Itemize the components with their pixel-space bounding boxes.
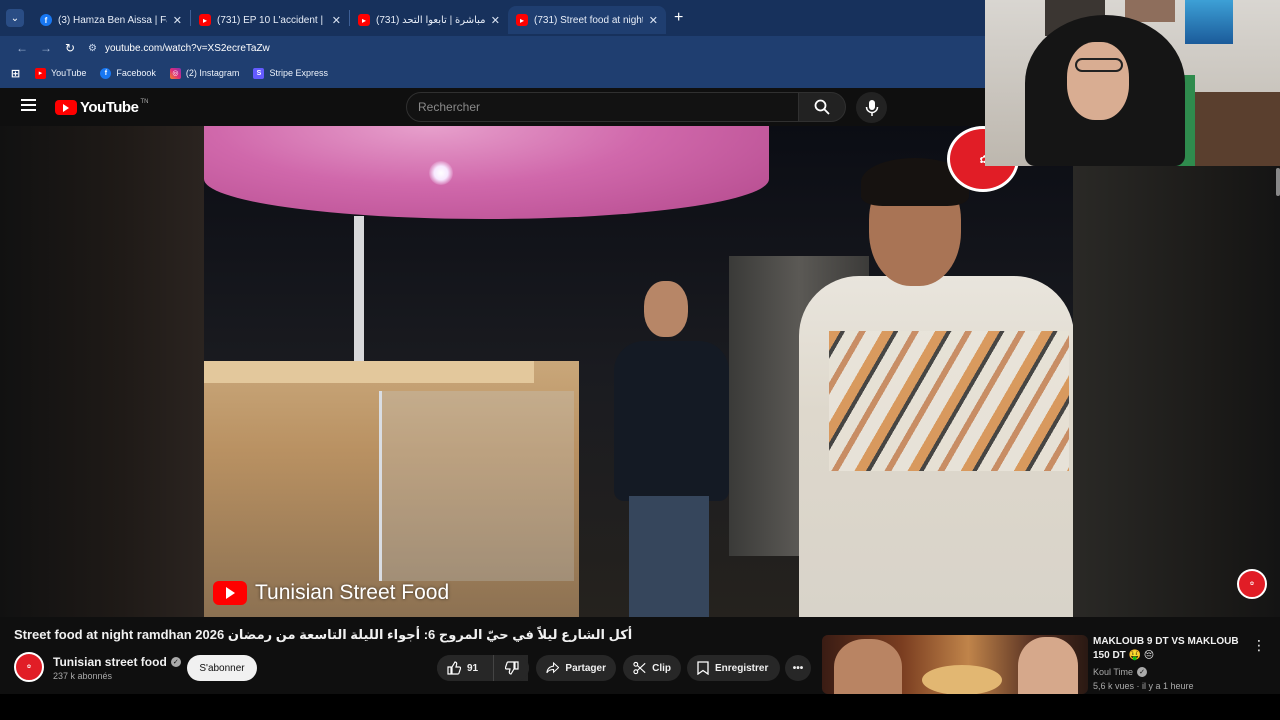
bookmark-facebook[interactable]: f Facebook xyxy=(100,67,156,79)
customer-person xyxy=(799,158,1073,617)
webcam-overlay xyxy=(985,0,1280,166)
menu-icon[interactable] xyxy=(21,99,36,111)
more-actions-button[interactable]: ••• xyxy=(785,655,811,681)
microphone-icon xyxy=(865,99,878,116)
umbrella xyxy=(204,126,769,219)
verified-icon: ✓ xyxy=(1137,667,1148,677)
verified-icon: ✓ xyxy=(170,657,181,667)
channel-name-link[interactable]: Tunisian street food ✓ xyxy=(53,655,181,669)
address-bar: ← → ↻ ⚙ youtube.com/watch?v=XS2ecreTaZw xyxy=(0,36,985,60)
more-horizontal-icon: ••• xyxy=(792,662,804,674)
search-button[interactable] xyxy=(798,92,846,122)
tab-facebook[interactable]: f (3) Hamza Ben Aissa | Facebook ✕ xyxy=(32,6,190,34)
new-tab-button[interactable]: + xyxy=(674,9,683,27)
bookmark-stripe[interactable]: S Stripe Express xyxy=(253,67,328,79)
share-icon xyxy=(546,661,560,674)
search-box xyxy=(406,92,799,122)
vendor-person xyxy=(614,281,729,617)
taskbar-strip xyxy=(0,694,1280,720)
reload-icon[interactable]: ↻ xyxy=(58,41,82,55)
bookmark-instagram[interactable]: ◎ (2) Instagram xyxy=(169,67,239,79)
tab-youtube-accident[interactable]: ▸ (731) EP 10 L'accident | كسيدون ✕ xyxy=(191,6,349,34)
facebook-icon: f xyxy=(40,14,52,26)
youtube-icon: ▸ xyxy=(35,67,46,79)
back-icon[interactable]: ← xyxy=(10,41,34,55)
save-button[interactable]: Enregistrer xyxy=(687,655,780,681)
youtube-icon: ▸ xyxy=(516,14,528,26)
video-player[interactable]: Tunisian Street Food ✿ ✿ xyxy=(0,126,1280,617)
bookmark-youtube[interactable]: ▸ YouTube xyxy=(35,67,86,79)
thumbs-up-icon xyxy=(447,661,461,675)
youtube-play-icon xyxy=(213,581,247,605)
recommended-video-title[interactable]: MAKLOUB 9 DT VS MAKLOUB 150 DT 🤑 😔 xyxy=(1093,635,1243,663)
apps-button[interactable]: ⊞ xyxy=(10,67,21,80)
search-input[interactable] xyxy=(418,100,798,114)
youtube-header: YouTube TN xyxy=(0,88,985,126)
stripe-icon: S xyxy=(253,67,265,79)
close-icon[interactable]: ✕ xyxy=(491,14,500,27)
recommended-video-thumbnail[interactable] xyxy=(822,635,1088,694)
youtube-icon: ▸ xyxy=(358,14,370,26)
search-icon xyxy=(814,99,830,115)
bookmarks-bar: ⊞ ▸ YouTube f Facebook ◎ (2) Instagram S Str… xyxy=(0,62,985,84)
tab-bar: ⌄ f (3) Hamza Ben Aissa | Facebook ✕ ▸ (… xyxy=(0,0,985,36)
url-field[interactable]: ⚙ youtube.com/watch?v=XS2ecreTaZw xyxy=(88,37,270,59)
close-icon[interactable]: ✕ xyxy=(649,14,658,27)
close-icon[interactable]: ✕ xyxy=(173,14,182,27)
scrollbar-thumb[interactable] xyxy=(1276,168,1280,196)
instagram-icon: ◎ xyxy=(169,67,181,79)
youtube-icon: ▸ xyxy=(199,14,211,26)
scissors-icon xyxy=(633,661,646,675)
more-vertical-icon[interactable]: ⋮ xyxy=(1252,637,1266,654)
recommended-video-meta: 5,6 k vues · il y a 1 heure xyxy=(1093,681,1194,691)
tab-search-button[interactable]: ⌄ xyxy=(6,9,24,27)
forward-icon[interactable]: → xyxy=(34,41,58,55)
url-text: youtube.com/watch?v=XS2ecreTaZw xyxy=(104,42,270,54)
recommended-channel[interactable]: Koul Time ✓ xyxy=(1093,667,1148,677)
browser-chrome: ⌄ f (3) Hamza Ben Aissa | Facebook ✕ ▸ (… xyxy=(0,0,985,88)
site-info-icon[interactable]: ⚙ xyxy=(88,43,97,54)
video-frame: Tunisian Street Food xyxy=(204,126,1073,617)
share-button[interactable]: Partager xyxy=(536,655,616,681)
food-stand xyxy=(204,361,579,617)
channel-watermark-logo[interactable]: ✿ xyxy=(1237,569,1267,599)
dislike-button[interactable] xyxy=(493,655,529,681)
video-title: Street food at night ramdhan 2026 أكل ال… xyxy=(14,627,633,642)
tab-youtube-live[interactable]: ▸ (731) تغطية مباشرة | تابعوا التحد ✕ xyxy=(350,6,508,34)
apps-grid-icon: ⊞ xyxy=(10,67,21,80)
bookmark-icon xyxy=(697,661,709,675)
subscribe-button[interactable]: S'abonner xyxy=(187,655,257,681)
youtube-logo[interactable]: YouTube TN xyxy=(55,99,148,116)
youtube-play-icon xyxy=(55,100,77,115)
subscriber-count: 237 k abonnés xyxy=(53,671,113,681)
facebook-icon: f xyxy=(100,67,112,79)
thumbs-down-icon xyxy=(504,661,519,675)
video-watermark: Tunisian Street Food xyxy=(213,581,449,605)
tab-youtube-street-food[interactable]: ▸ (731) Street food at night ramdh ✕ xyxy=(508,6,666,34)
voice-search-button[interactable] xyxy=(856,92,887,123)
clip-button[interactable]: Clip xyxy=(623,655,681,681)
channel-avatar[interactable]: ✿ xyxy=(14,652,44,682)
close-icon[interactable]: ✕ xyxy=(332,14,341,27)
